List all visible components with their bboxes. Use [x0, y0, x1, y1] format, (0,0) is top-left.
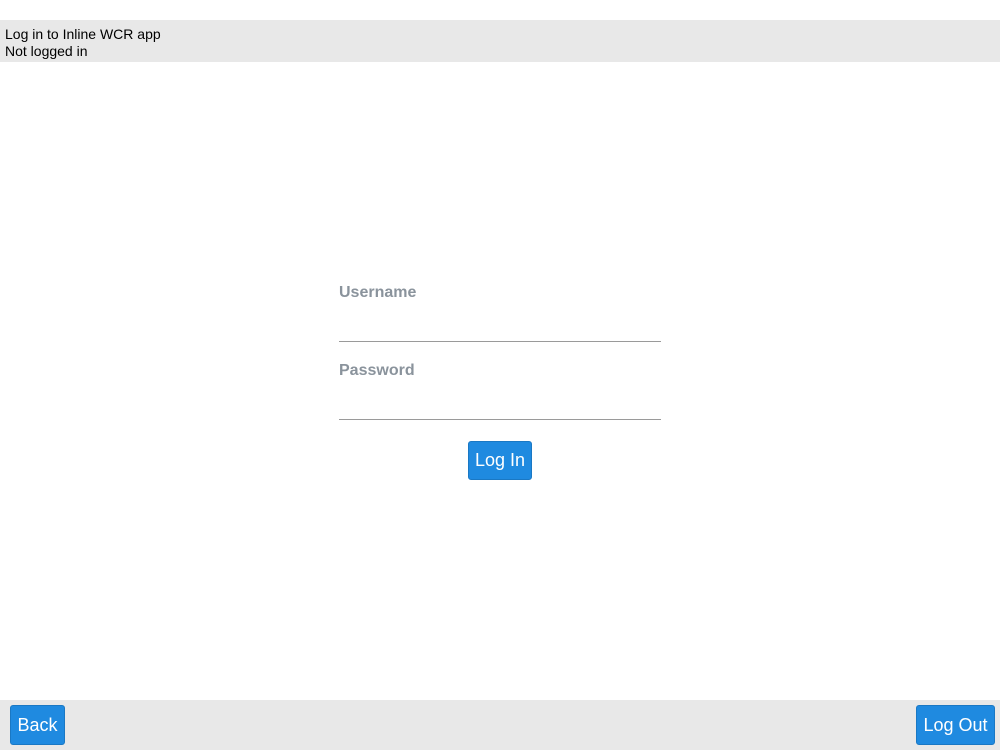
username-label: Username — [339, 284, 417, 301]
login-form: Username Password — [339, 283, 661, 420]
header-bar: Log in to Inline WCR app Not logged in — [0, 20, 1000, 62]
page-title: Log in to Inline WCR app — [5, 26, 161, 42]
back-button[interactable]: Back — [10, 705, 65, 745]
login-button[interactable]: Log In — [468, 441, 532, 480]
password-input[interactable] — [339, 390, 661, 420]
password-label: Password — [339, 362, 415, 379]
logout-button[interactable]: Log Out — [916, 705, 995, 745]
footer-bar: Back Log Out — [0, 700, 1000, 750]
login-status-text: Not logged in — [5, 43, 88, 59]
username-input[interactable] — [339, 312, 661, 342]
